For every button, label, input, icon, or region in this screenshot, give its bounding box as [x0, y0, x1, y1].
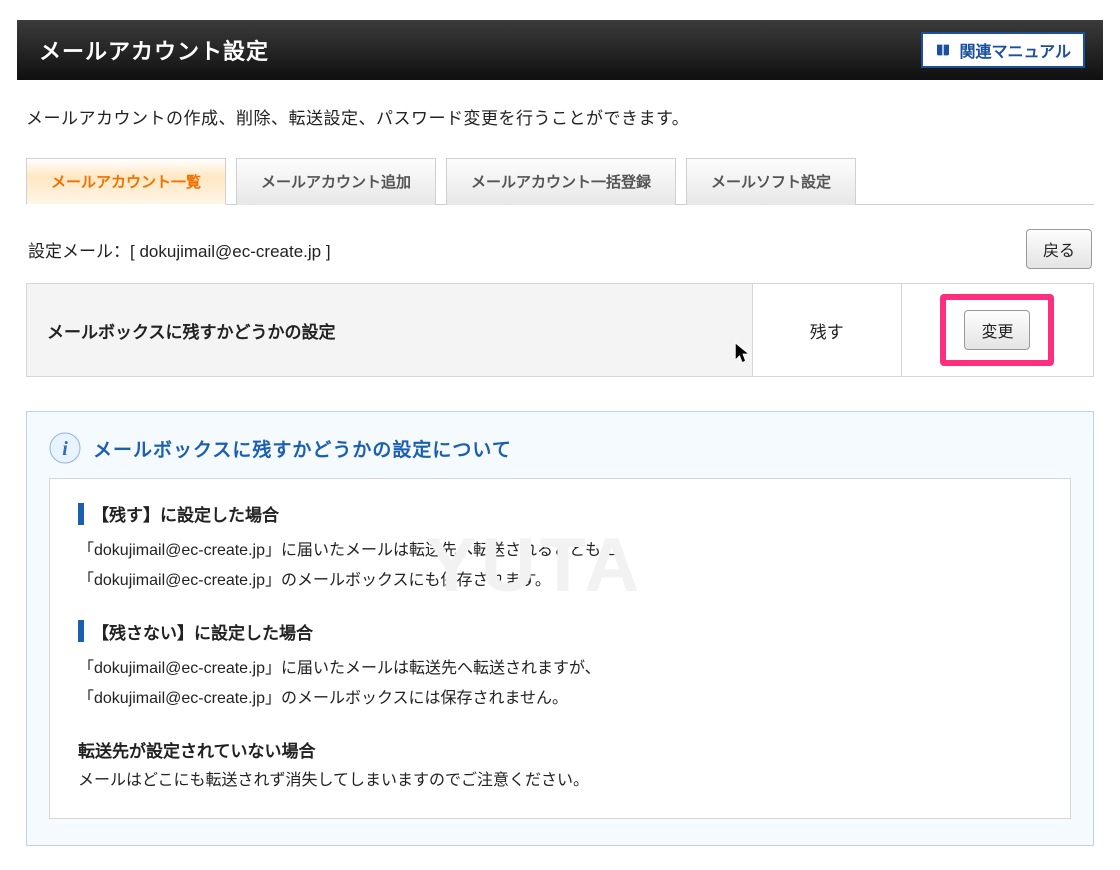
settings-table: メールボックスに残すかどうかの設定 残す 変更 — [26, 283, 1094, 377]
related-manual-button[interactable]: 関連マニュアル — [921, 32, 1085, 68]
highlight-frame: 変更 — [940, 294, 1054, 366]
table-row: メールボックスに残すかどうかの設定 残す 変更 — [27, 284, 1094, 377]
case3-heading: 転送先が設定されていない場合 — [78, 737, 1042, 762]
book-icon — [935, 42, 951, 58]
page-header: メールアカウント設定 関連マニュアル — [17, 20, 1103, 80]
page-title: メールアカウント設定 — [39, 34, 269, 66]
setting-mail-suffix: ] — [321, 242, 330, 261]
tab-mail-account-bulk[interactable]: メールアカウント一括登録 — [446, 158, 676, 205]
tab-mail-account-list[interactable]: メールアカウント一覧 — [26, 158, 226, 205]
heading-bar-icon — [78, 620, 84, 642]
heading-bar-icon — [78, 503, 84, 525]
related-manual-label: 関連マニュアル — [959, 38, 1071, 62]
change-button[interactable]: 変更 — [964, 310, 1030, 350]
info-body: 【残す】に設定した場合 「dokujimail@ec-create.jp」に届い… — [49, 478, 1071, 819]
row-value: 残す — [752, 284, 901, 377]
case1-text: 「dokujimail@ec-create.jp」に届いたメールは転送先へ転送さ… — [78, 536, 1042, 597]
row-action: 変更 — [901, 284, 1093, 377]
setting-mail-prefix: 設定メール：[ — [28, 242, 139, 261]
case1-heading-text: 【残す】に設定した場合 — [92, 501, 279, 526]
back-button[interactable]: 戻る — [1026, 229, 1092, 269]
svg-text:i: i — [62, 438, 68, 460]
info-icon: i — [49, 432, 81, 464]
page-description: メールアカウントの作成、削除、転送設定、パスワード変更を行うことができます。 — [26, 104, 1094, 129]
case3-text: メールはどこにも転送されず消失してしまいますのでご注意ください。 — [78, 766, 1042, 796]
case2-text: 「dokujimail@ec-create.jp」に届いたメールは転送先へ転送さ… — [78, 654, 1042, 715]
setting-mail-label: 設定メール：[ dokujimail@ec-create.jp ] — [28, 237, 331, 262]
row-label: メールボックスに残すかどうかの設定 — [27, 284, 753, 377]
info-title: メールボックスに残すかどうかの設定について — [93, 435, 512, 462]
case2-heading: 【残さない】に設定した場合 — [78, 619, 1042, 644]
info-panel: i メールボックスに残すかどうかの設定について 【残す】に設定した場合 「dok… — [26, 411, 1094, 846]
setting-mail-address: dokujimail@ec-create.jp — [139, 242, 321, 261]
tab-mail-software-settings[interactable]: メールソフト設定 — [686, 158, 856, 205]
case1-heading: 【残す】に設定した場合 — [78, 501, 1042, 526]
tab-bar: メールアカウント一覧 メールアカウント追加 メールアカウント一括登録 メールソフ… — [26, 157, 1094, 205]
case2-heading-text: 【残さない】に設定した場合 — [92, 619, 313, 644]
tab-mail-account-add[interactable]: メールアカウント追加 — [236, 158, 436, 205]
